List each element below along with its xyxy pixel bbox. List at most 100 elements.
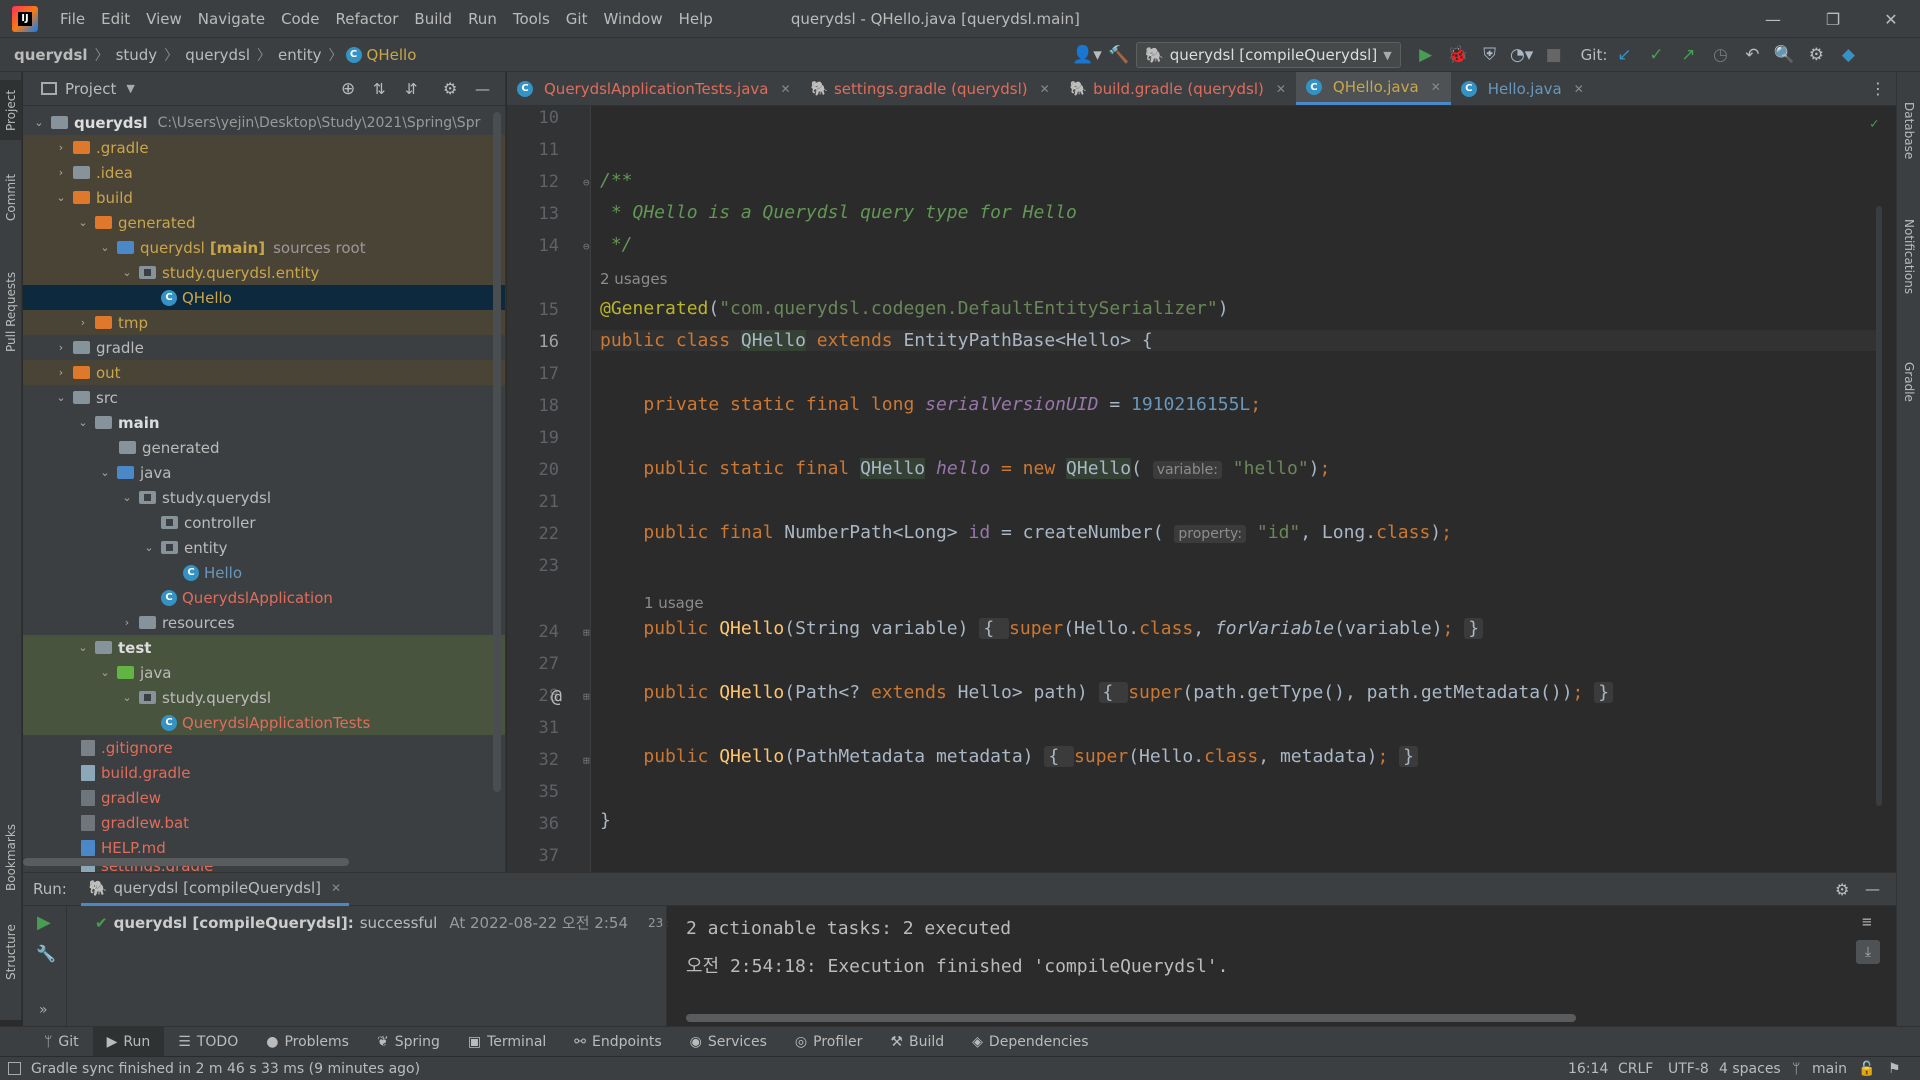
run-configuration-select[interactable]: 🐘 querydsl [compileQuerydsl] ▼ (1136, 42, 1401, 68)
tree-item[interactable]: C QuerydslApplication (23, 585, 505, 610)
tree-item[interactable]: ⌄ test (23, 635, 505, 660)
line-separator[interactable]: CRLF (1618, 1061, 1653, 1077)
rerun-icon[interactable]: ▶ (37, 912, 51, 933)
tree-item[interactable]: ⌄ generated (23, 210, 505, 235)
tool-endpoints[interactable]: ⚯ Endpoints (560, 1027, 675, 1057)
debug-icon[interactable]: 🐞 (1443, 40, 1473, 70)
run-console[interactable]: 2 actionable tasks: 2 executed 오전 2:54:1… (668, 906, 1896, 1026)
history-icon[interactable]: ◷ (1705, 40, 1735, 70)
fold-icon[interactable]: ⊖ (583, 240, 590, 253)
stripe-tab-notifications[interactable]: Notifications (1897, 192, 1920, 322)
run-icon[interactable]: ▶ (1411, 40, 1441, 70)
tree-item-root[interactable]: ⌄ querydsl C:\Users\yejin\Desktop\Study\… (23, 110, 505, 135)
user-icon[interactable]: 👤▾ (1072, 40, 1102, 70)
stop-icon[interactable]: ■ (1539, 40, 1569, 70)
hide-panel-icon[interactable]: — (1865, 880, 1880, 898)
stripe-tab-bookmarks[interactable]: Bookmarks (0, 812, 22, 902)
menu-tools[interactable]: Tools (505, 0, 558, 38)
intellij-logo-icon[interactable]: IJ (12, 5, 38, 32)
git-commit-icon[interactable]: ✓ (1641, 40, 1671, 70)
tree-item[interactable]: › out (23, 360, 505, 385)
tree-item[interactable]: controller (23, 510, 505, 535)
tool-run[interactable]: ▶ Run (92, 1026, 165, 1057)
tree-item[interactable]: ⌄ build (23, 185, 505, 210)
chevron-down-icon[interactable]: ⌄ (119, 491, 135, 504)
tree-item[interactable]: build.gradle (23, 760, 505, 785)
tree-item[interactable]: ⌄ java (23, 660, 505, 685)
usage-hint[interactable]: 1 usage (644, 594, 704, 612)
tool-git[interactable]: ᛘ Git (30, 1027, 93, 1057)
horizontal-scrollbar[interactable] (23, 858, 349, 866)
gear-icon[interactable]: ⚙ (1835, 880, 1849, 899)
chevron-down-icon[interactable]: ⌄ (119, 266, 135, 279)
menu-edit[interactable]: Edit (93, 0, 138, 38)
tree-item[interactable]: ⌄ java (23, 460, 505, 485)
run-tab[interactable]: 🐘 querydsl [compileQuerydsl] ✕ (80, 872, 350, 906)
stripe-tab-pull-requests[interactable]: Pull Requests (0, 257, 22, 367)
menu-navigate[interactable]: Navigate (190, 0, 273, 38)
tool-services[interactable]: ◉ Services (676, 1027, 781, 1057)
run-task-row[interactable]: ✔ querydsl [compileQuerydsl]: successful… (95, 912, 740, 933)
notifications-icon[interactable]: ⚑ (1888, 1061, 1901, 1077)
git-push-icon[interactable]: ↗ (1673, 40, 1703, 70)
stripe-tab-database[interactable]: Database (1897, 86, 1920, 176)
tool-terminal[interactable]: ▣ Terminal (454, 1027, 560, 1057)
collapse-all-icon[interactable]: ⇵ (405, 80, 418, 98)
scroll-to-end-icon[interactable]: ⤓ (1856, 940, 1880, 964)
lock-icon[interactable]: 🔓 (1858, 1061, 1875, 1077)
rollback-icon[interactable]: ↶ (1737, 40, 1767, 70)
inspection-ok-icon[interactable]: ✓ (1870, 116, 1878, 132)
chevron-down-icon[interactable]: ⌄ (75, 641, 91, 654)
tree-item[interactable]: ⌄ study.querydsl.entity (23, 260, 505, 285)
chevron-down-icon[interactable]: ⌄ (75, 216, 91, 229)
fold-icon[interactable]: ⊞ (583, 690, 590, 703)
breadcrumb-item[interactable]: entity (274, 46, 326, 64)
tool-dependencies[interactable]: ◈ Dependencies (958, 1027, 1102, 1057)
tree-item[interactable]: ⌄ querydsl [main] sources root (23, 235, 505, 260)
chevron-down-icon[interactable]: ▼ (126, 82, 134, 95)
close-tab-icon[interactable]: ✕ (1431, 80, 1441, 94)
tree-item[interactable]: .gitignore (23, 735, 505, 760)
vertical-scrollbar[interactable] (493, 112, 501, 792)
caret-position[interactable]: 16:14 (1568, 1061, 1608, 1077)
stripe-tab-structure[interactable]: Structure (0, 912, 22, 992)
editor-tab-qhello[interactable]: C QHello.java ✕ (1295, 72, 1451, 105)
editor-tab-build-gradle[interactable]: 🐘 build.gradle (querydsl) ✕ (1060, 72, 1296, 105)
menu-build[interactable]: Build (406, 0, 460, 38)
chevron-down-icon[interactable]: ⌄ (97, 466, 113, 479)
close-tab-icon[interactable]: ✕ (1040, 82, 1050, 96)
tree-item[interactable]: ⌄ entity (23, 535, 505, 560)
chevron-down-icon[interactable]: ⌄ (53, 191, 69, 204)
editor-tab-hello[interactable]: C Hello.java ✕ (1451, 72, 1594, 105)
tree-item-selected[interactable]: C QHello (23, 285, 505, 310)
project-view-select[interactable]: Project (65, 80, 116, 98)
menu-view[interactable]: View (138, 0, 190, 38)
close-tab-icon[interactable]: ✕ (1276, 82, 1286, 96)
menu-run[interactable]: Run (460, 0, 505, 38)
breadcrumb-item[interactable]: querydsl (10, 46, 92, 64)
tree-item[interactable]: › .gradle (23, 135, 505, 160)
hide-panel-icon[interactable]: — (475, 80, 490, 98)
chevron-down-icon[interactable]: ⌄ (141, 541, 157, 554)
code-editor[interactable]: /** * QHello is a Querydsl query type fo… (592, 106, 1882, 872)
editor-tab-settings-gradle[interactable]: 🐘 settings.gradle (querydsl) ✕ (801, 72, 1060, 105)
tree-item[interactable]: ⌄ study.querydsl (23, 485, 505, 510)
chevron-down-icon[interactable]: ⌄ (75, 416, 91, 429)
wrench-icon[interactable]: 🔧 (36, 944, 56, 963)
tool-todo[interactable]: ☰ TODO (164, 1027, 252, 1057)
more-icon[interactable]: » (39, 1002, 48, 1018)
profile-icon[interactable]: ◔▾ (1507, 40, 1537, 70)
toolbox-icon[interactable]: ◆ (1833, 40, 1863, 70)
menu-git[interactable]: Git (558, 0, 596, 38)
coverage-icon[interactable]: ⛨ (1475, 40, 1505, 70)
chevron-down-icon[interactable]: ⌄ (97, 241, 113, 254)
locate-icon[interactable]: ⊕ (341, 79, 355, 99)
tree-item[interactable]: ⌄ src (23, 385, 505, 410)
hammer-build-icon[interactable]: 🔨 (1104, 40, 1134, 70)
stripe-tab-gradle[interactable]: Gradle (1897, 342, 1920, 422)
gear-icon[interactable]: ⚙ (443, 79, 457, 98)
menu-file[interactable]: File (52, 0, 93, 38)
menu-code[interactable]: Code (273, 0, 327, 38)
breadcrumb-item[interactable]: study (112, 46, 162, 64)
fold-icon[interactable]: ⊞ (583, 754, 590, 767)
